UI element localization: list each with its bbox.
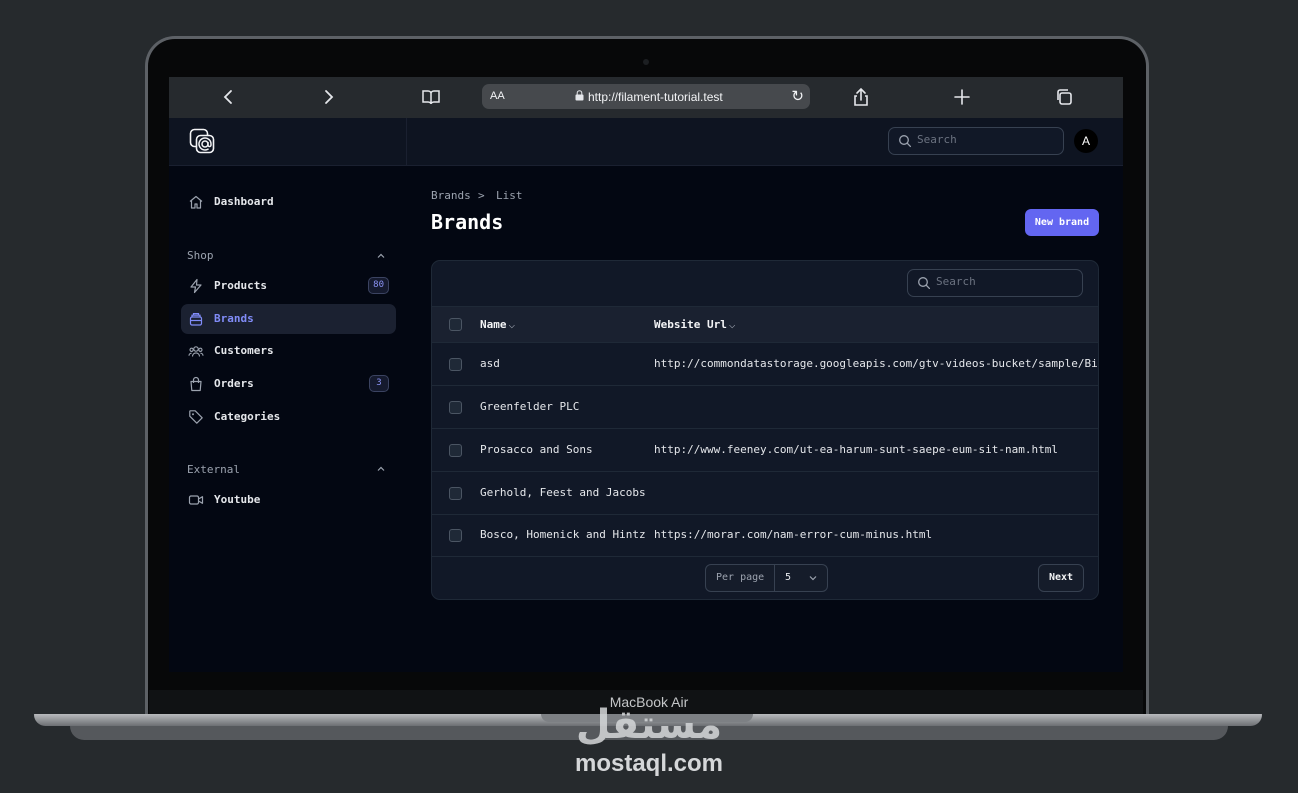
global-search-input[interactable] [917,133,1047,146]
box-icon [189,313,203,326]
row-checkbox[interactable] [449,529,462,542]
cell-name: Bosco, Homenick and Hintz [480,528,646,541]
count-badge: 3 [369,375,389,392]
row-checkbox[interactable] [449,444,462,457]
sidebar-item-label: Youtube [214,493,261,506]
cell-name: Greenfelder PLC [480,400,580,413]
sidebar-item-dashboard[interactable]: Dashboard [181,187,396,217]
sidebar-item-brands[interactable]: Brands [181,304,396,334]
page-title: Brands [431,210,504,234]
row-checkbox[interactable] [449,358,462,371]
chevron-left-icon[interactable] [216,85,240,109]
per-page-label: Per page [716,572,765,583]
sidebar-item-categories[interactable]: Categories [181,402,396,432]
reader-button[interactable]: AA [490,90,505,102]
sidebar-item-products[interactable]: Products 80 [181,271,396,301]
column-header-website-url[interactable]: Website Url ⌵ [654,318,735,331]
app-topbar: A [169,118,1123,166]
share-icon[interactable] [849,85,873,109]
table-row[interactable]: Prosacco and Sons http://www.feeney.com/… [432,429,1098,472]
watermark-latin: mostaql.com [574,750,724,777]
cell-name: Gerhold, Feest and Jacobs [480,486,646,499]
cell-name: asd [480,357,500,370]
sidebar-item-orders[interactable]: Orders 3 [181,369,396,399]
sidebar-item-label: Dashboard [214,195,274,208]
column-label: Name [480,318,507,331]
camera-icon [643,59,649,65]
global-search[interactable] [888,127,1064,155]
table-search-input[interactable] [936,275,1066,288]
per-page-select[interactable]: Per page 5 [705,564,828,592]
sidebar-item-label: Customers [214,344,274,357]
tabs-icon[interactable] [1052,85,1076,109]
sidebar-item-label: Orders [214,377,254,390]
book-icon[interactable] [419,85,443,109]
home-icon [189,195,203,209]
table-row[interactable]: Greenfelder PLC [432,386,1098,429]
search-icon [899,135,912,148]
cell-name: Prosacco and Sons [480,443,593,456]
address-bar[interactable]: AA http://filament-tutorial.test ↻ [482,84,810,109]
watermark-arabic: مستقل [575,702,723,748]
breadcrumb-brands[interactable]: Brands [431,189,471,202]
new-brand-button[interactable]: New brand [1025,209,1099,236]
chevron-right-icon[interactable] [317,85,341,109]
row-checkbox[interactable] [449,401,462,414]
bolt-icon [190,278,202,294]
table-row[interactable]: Gerhold, Feest and Jacobs [432,472,1098,515]
per-page-value: 5 [785,572,792,583]
count-badge: 80 [368,277,389,294]
table-row[interactable]: asd http://commondatastorage.googleapis.… [432,343,1099,386]
chevron-up-icon[interactable] [376,464,386,474]
sidebar-item-label: Categories [214,410,281,423]
shopping-bag-icon [190,376,202,392]
cell-website-url: https://morar.com/nam-error-cum-minus.ht… [654,528,933,541]
plus-icon[interactable] [950,85,974,109]
app-logo-icon[interactable] [189,128,215,154]
topbar-divider [406,118,407,166]
breadcrumb-separator: > [478,189,485,202]
screen: AA http://filament-tutorial.test ↻ A [169,77,1123,672]
row-checkbox[interactable] [449,487,462,500]
brands-table-card: Name⌵ Website Url⌵ asd http://commondata… [431,260,1099,600]
chevron-down-icon: ⌵ [728,318,736,331]
sidebar-group-shop: Shop [187,249,214,262]
search-icon [918,277,931,290]
reload-icon[interactable]: ↻ [791,87,804,105]
next-page-button[interactable]: Next [1038,564,1084,592]
table-header: Name ⌵ Website Url ⌵ [432,306,1098,343]
url-text: http://filament-tutorial.test [588,90,723,104]
sidebar: Dashboard Shop Products 80 Brands Custom… [169,166,406,672]
browser-toolbar: AA http://filament-tutorial.test ↻ [169,77,1123,118]
sidebar-item-label: Brands [214,312,254,325]
column-header-name[interactable]: Name ⌵ [480,318,515,331]
table-search[interactable] [907,269,1083,297]
breadcrumb-list[interactable]: List [496,189,523,202]
table-row[interactable]: Bosco, Homenick and Hintz https://morar.… [432,514,1098,557]
tag-icon [189,410,203,424]
video-icon [188,495,204,505]
lock-icon [575,90,584,104]
avatar[interactable]: A [1074,129,1098,153]
column-label: Website Url [654,318,727,331]
sidebar-group-external: External [187,463,240,476]
per-page-divider [774,565,775,591]
cell-website-url: http://commondatastorage.googleapis.com/… [654,357,1099,370]
users-icon [188,346,204,357]
chevron-up-icon[interactable] [376,251,386,261]
sidebar-item-label: Products [214,279,267,292]
chevron-down-icon: ⌵ [508,318,516,331]
sidebar-item-customers[interactable]: Customers [181,336,396,366]
sidebar-item-youtube[interactable]: Youtube [181,485,396,515]
chevron-down-icon [809,576,817,581]
select-all-checkbox[interactable] [449,318,462,331]
cell-website-url: http://www.feeney.com/ut-ea-harum-sunt-s… [654,443,1058,456]
